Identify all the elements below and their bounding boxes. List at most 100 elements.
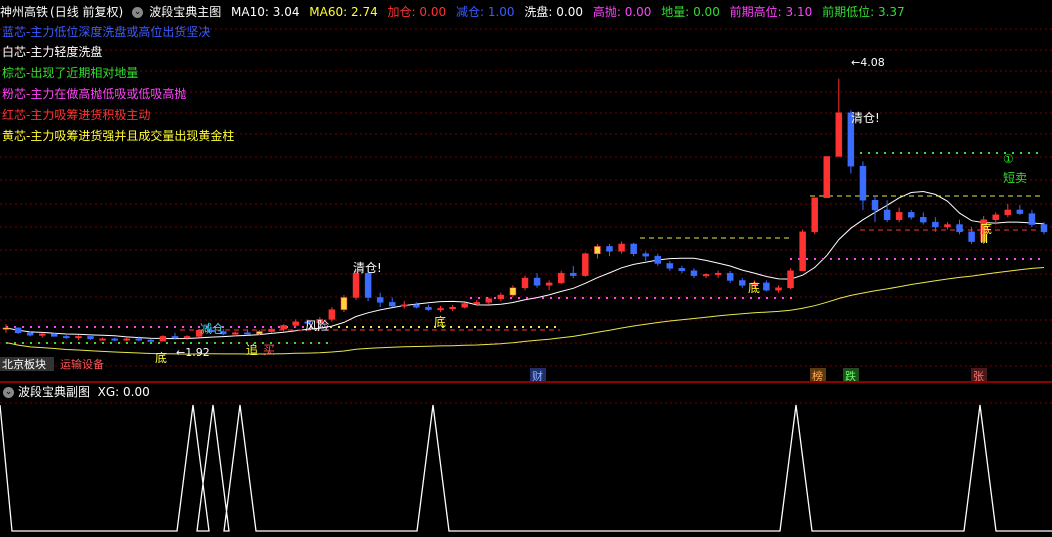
candle-body: [654, 255, 662, 264]
pink-dot: [278, 326, 280, 328]
green-dot: [1020, 152, 1022, 154]
candle-body: [352, 272, 360, 298]
candle-body: [618, 243, 625, 252]
pink-dot: [22, 326, 24, 328]
di-label-2: 底: [155, 350, 167, 365]
candle-body: [38, 333, 46, 336]
green-dot: [206, 342, 208, 344]
pink-dot: [54, 326, 56, 328]
pink-dot: [542, 297, 544, 299]
green-dot: [134, 342, 136, 344]
pink-dot: [558, 297, 560, 299]
chevron-down-icon[interactable]: ⌄: [132, 7, 144, 18]
green-dot: [900, 152, 902, 154]
green-dot: [190, 342, 192, 344]
pink-dot: [526, 297, 528, 299]
pink-dot: [150, 326, 152, 328]
pink-dot: [182, 326, 184, 328]
pink-dot: [94, 326, 96, 328]
pink-dot: [534, 297, 536, 299]
pink-dot: [46, 326, 48, 328]
pink-dot: [510, 297, 512, 299]
pink-dot: [478, 297, 480, 299]
candle-body: [364, 272, 372, 298]
candle-body: [799, 231, 806, 271]
pink-dot: [102, 326, 104, 328]
sub-chart-canvas[interactable]: [0, 383, 1052, 537]
candle-body: [51, 333, 58, 337]
sub-chart-panel[interactable]: ⌄ 波段宝典副图 XG: 0.00: [0, 383, 1052, 537]
green-dot: [166, 342, 168, 344]
chevron-down-icon[interactable]: ⌄: [3, 387, 14, 398]
candle-body: [2, 327, 10, 330]
candle-body: [183, 336, 191, 339]
green-dot: [988, 152, 990, 154]
main-chart-canvas[interactable]: ←4.08←1.92清仓!清仓!减仓 风险追 买底底底底①短卖Ⅲ北京板块 运输设备财榜…: [0, 0, 1052, 383]
qqdw-readout: 前期低位: 3.37: [822, 5, 905, 19]
xipan-readout: 洗盘: 0.00: [524, 5, 583, 19]
main-header: 神州高铁 (日线 前复权) ⌄ 波段宝典主图 MA10: 3.04 MA60: 2.7…: [0, 2, 911, 22]
green-dot: [230, 342, 232, 344]
fengxian-label: 风险: [305, 318, 329, 333]
pink-dot: [718, 297, 720, 299]
pink-dot: [1030, 258, 1032, 260]
pink-dot: [806, 258, 808, 260]
legend-yellow: 黄芯-主力吸筹进货强并且成交量出现黄金柱: [2, 129, 235, 143]
green-dot: [142, 342, 144, 344]
ma60-readout: MA60: 2.74: [309, 5, 378, 19]
sector-tag-transport: 运输设备: [60, 357, 104, 371]
green-dot: [892, 152, 894, 154]
main-chart-panel[interactable]: ←4.08 ←1.92 清仓! 清仓! 减仓 风险追买底底底底 ① 短卖 Ⅲ 北京板块 运输设备财榜…: [0, 0, 1052, 383]
pink-dot: [790, 258, 792, 260]
candle-body: [763, 282, 770, 291]
candle-body: [123, 338, 130, 341]
yellow-dot: [522, 326, 524, 328]
pink-dot: [982, 258, 984, 260]
candle-body: [570, 272, 577, 276]
candle-body: [87, 336, 94, 340]
candle-body: [26, 332, 34, 336]
pink-dot: [926, 258, 928, 260]
xg-signal-line: [0, 404, 1052, 532]
candle-body: [666, 263, 674, 269]
pink-dot: [870, 258, 872, 260]
pink-dot: [814, 258, 816, 260]
stock-name[interactable]: 神州高铁: [0, 5, 48, 19]
jiancang-label: 减仓: [200, 322, 224, 336]
green-dot: [318, 342, 320, 344]
pink-dot: [238, 326, 240, 328]
green-dot: [6, 342, 8, 344]
candle-body: [425, 306, 432, 310]
candle-body: [99, 338, 106, 341]
pink-dot: [262, 326, 264, 328]
green-dot: [1036, 152, 1038, 154]
candle-body: [461, 303, 468, 308]
pink-dot: [158, 326, 160, 328]
sub-indicator-name[interactable]: 波段宝典副图: [18, 385, 90, 399]
pink-dot: [774, 297, 776, 299]
candle-body: [328, 309, 336, 320]
yellow-dot: [546, 326, 548, 328]
low-price-label: ←1.92: [176, 346, 210, 359]
candle-body: [1004, 209, 1012, 216]
candle-body: [606, 246, 613, 252]
pink-dot: [1022, 258, 1024, 260]
yellow-dot: [402, 326, 404, 328]
sector-tag-beijing: 北京板块: [2, 357, 46, 371]
pink-dot: [630, 297, 632, 299]
candle-body: [256, 331, 263, 335]
indicator-name[interactable]: 波段宝典主图: [149, 5, 221, 19]
candle-body: [485, 298, 493, 303]
yellow-dot: [354, 326, 356, 328]
qqgw-readout: 前期高位: 3.10: [729, 5, 813, 19]
candle-body: [787, 270, 794, 289]
candle-body: [340, 297, 348, 310]
candle-body: [739, 280, 746, 286]
period-label[interactable]: (日线 前复权): [50, 5, 123, 19]
candle-body: [449, 306, 456, 309]
di-label-3: 底: [748, 280, 760, 295]
candle-body: [135, 338, 143, 341]
pink-dot: [582, 297, 584, 299]
candle-body: [835, 112, 843, 157]
green-dot: [118, 342, 120, 344]
